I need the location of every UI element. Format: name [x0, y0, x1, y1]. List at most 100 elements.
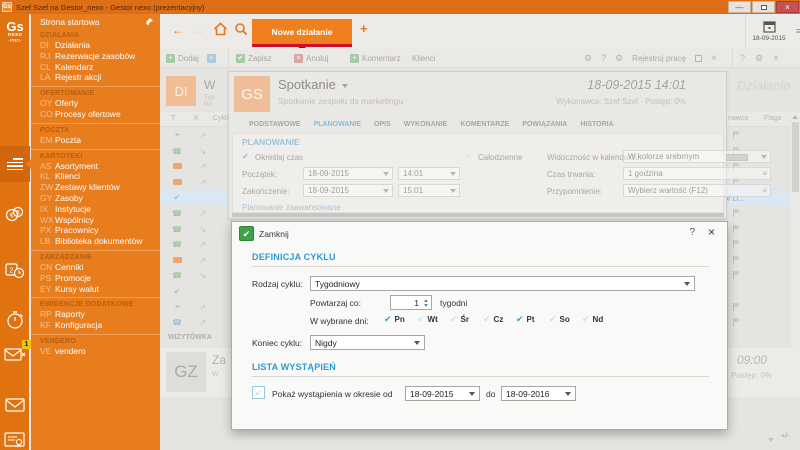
- comment-button[interactable]: + Komentarz: [350, 48, 401, 68]
- sidebar-item-kf[interactable]: KFKonfiguracja: [31, 320, 160, 331]
- tab-wykonanie[interactable]: WYKONANIE: [404, 121, 448, 128]
- table-row[interactable]: ↗: [164, 175, 234, 190]
- tab-podstawowe[interactable]: PODSTAWOWE: [249, 121, 301, 128]
- restore-button[interactable]: [752, 1, 775, 13]
- sidebar-item-ix[interactable]: IXInstytucje: [31, 204, 160, 215]
- table-row[interactable]: ●●↗: [164, 128, 234, 143]
- sidebar-item-home[interactable]: Strona startowa: [31, 14, 160, 29]
- gear-icon[interactable]: ⚙: [615, 53, 623, 64]
- calendar-clock-icon[interactable]: 2: [0, 262, 30, 279]
- cycle-type-select[interactable]: Tygodniowy: [310, 276, 695, 291]
- table-row[interactable]: ☎↗: [164, 315, 234, 330]
- table-row[interactable]: ☎↗: [164, 237, 234, 252]
- register-work-button[interactable]: Rejestruj pracę: [632, 54, 686, 63]
- zamknij-button[interactable]: ✔ Zamknij: [239, 226, 289, 241]
- sidebar-item-cn[interactable]: CNCenniki: [31, 262, 160, 273]
- table-row[interactable]: ✔: [164, 284, 234, 299]
- sidebar-item-la[interactable]: LARejestr akcji: [31, 72, 160, 83]
- save-button[interactable]: ✔ Zapisz: [236, 48, 272, 68]
- day-checkbox-cz[interactable]: ✔Cz: [483, 314, 516, 325]
- tab-opis[interactable]: OPIS: [374, 121, 391, 128]
- table-row[interactable]: ●●↗: [164, 300, 234, 315]
- tab-powiązania[interactable]: POWIĄZANIA: [522, 121, 567, 128]
- close-icon[interactable]: ×: [708, 225, 715, 239]
- sidebar-item-oy[interactable]: OYOferty: [31, 98, 160, 109]
- close-icon[interactable]: ×: [711, 53, 717, 64]
- license-icon[interactable]: [0, 432, 30, 449]
- duration-field[interactable]: 1 godzina ≡: [623, 167, 771, 180]
- table-row[interactable]: ☎↘: [164, 222, 234, 237]
- tab-wizytowka[interactable]: WIZYTÓWKA: [168, 334, 212, 341]
- scrollbar-thumb[interactable]: [792, 122, 799, 192]
- show-occurrences-checkbox[interactable]: ✔: [252, 386, 265, 399]
- sidebar-item-cl[interactable]: CLKalendarz: [31, 62, 160, 73]
- day-checkbox-nd[interactable]: ✔Nd: [582, 314, 615, 325]
- calodzienne-checkbox[interactable]: Całodzienne: [478, 153, 522, 162]
- activity-title[interactable]: Spotkanie: [278, 77, 336, 92]
- hamburger-menu-icon[interactable]: [0, 146, 30, 170]
- stopwatch-icon[interactable]: [0, 310, 30, 330]
- start-date-select[interactable]: 18-09-2015: [303, 167, 393, 180]
- close-button[interactable]: ×: [776, 1, 799, 13]
- tab-nowe-dzialanie[interactable]: Nowe działanie: [252, 19, 352, 44]
- tab-historia[interactable]: HISTORIA: [580, 121, 613, 128]
- sidebar-item-kl[interactable]: KLKlienci: [31, 171, 160, 182]
- minimize-button[interactable]: —: [728, 1, 751, 13]
- help-icon[interactable]: ?: [689, 227, 695, 238]
- clients-button[interactable]: Klienci: [412, 48, 436, 68]
- toolbar-search-button[interactable]: ⌕: [207, 48, 216, 68]
- table-row[interactable]: ☎↗: [164, 206, 234, 221]
- occurrence-from-select[interactable]: 18-09-2015: [405, 386, 480, 401]
- sidebar-item-ve[interactable]: VEvendero: [31, 346, 160, 357]
- date-widget[interactable]: 18-09-2015: [745, 14, 792, 48]
- menu-lines-icon[interactable]: ≡: [796, 26, 800, 36]
- sidebar-item-di[interactable]: DIDziałania: [31, 40, 160, 51]
- advanced-planning-link[interactable]: Planowanie zaawansowane: [242, 203, 341, 212]
- sidebar-item-rj[interactable]: RJRezerwacje zasobów: [31, 51, 160, 62]
- day-checkbox-śr[interactable]: ✔Śr: [450, 314, 483, 325]
- column-flag[interactable]: Flaga: [764, 115, 782, 122]
- column-t[interactable]: T: [171, 115, 175, 122]
- back-icon[interactable]: ←: [172, 23, 184, 37]
- sidebar-item-wx[interactable]: WXWspólnicy: [31, 215, 160, 226]
- table-row[interactable]: ↗: [164, 159, 234, 174]
- home-icon[interactable]: [213, 22, 228, 41]
- help-icon[interactable]: ?: [740, 53, 745, 63]
- sidebar-item-em[interactable]: EMPoczta: [31, 135, 160, 146]
- sidebar-item-lb[interactable]: LBBiblioteka dokumentów: [31, 236, 160, 247]
- plus-minus-control[interactable]: +/-: [781, 433, 789, 440]
- column-k[interactable]: K: [194, 115, 199, 122]
- sidebar-item-px[interactable]: PXPracownicy: [31, 225, 160, 236]
- sidebar-item-ey[interactable]: EYKursy walut: [31, 284, 160, 295]
- maximize-icon[interactable]: [695, 55, 702, 62]
- new-tab-button[interactable]: +: [360, 21, 368, 36]
- table-row[interactable]: ↗: [164, 253, 234, 268]
- help-icon[interactable]: ?: [601, 53, 606, 63]
- scroll-up-icon[interactable]: [792, 115, 798, 119]
- forward-icon[interactable]: →: [192, 23, 204, 37]
- table-row[interactable]: ☎↘: [164, 268, 234, 283]
- tab-planowanie[interactable]: PLANOWANIE: [314, 121, 361, 128]
- okreslaj-czas-checkbox[interactable]: Określaj czas: [255, 153, 303, 162]
- spin-up-icon[interactable]: [424, 299, 428, 302]
- add-button[interactable]: + Dodaj: [166, 48, 199, 68]
- check-icon[interactable]: ✔: [242, 151, 249, 162]
- day-checkbox-so[interactable]: ✔So: [549, 314, 582, 325]
- tab-komentarze[interactable]: KOMENTARZE: [460, 121, 509, 128]
- currency-coins-icon[interactable]: €$: [0, 206, 30, 222]
- sidebar-item-ps[interactable]: PSPromocje: [31, 273, 160, 284]
- table-row[interactable]: ✔: [164, 190, 234, 205]
- cycle-end-select[interactable]: Nigdy: [310, 335, 425, 350]
- start-time-select[interactable]: 14:01: [398, 167, 460, 180]
- table-row[interactable]: ☎↘: [164, 144, 234, 159]
- sidebar-item-co[interactable]: COProcesy ofertowe: [31, 109, 160, 120]
- sidebar-item-as[interactable]: ASAsortyment: [31, 161, 160, 172]
- menu-icon[interactable]: ≡: [762, 186, 767, 195]
- day-checkbox-wt[interactable]: ✔Wt: [417, 314, 450, 325]
- sidebar-item-gy[interactable]: GYZasoby: [31, 193, 160, 204]
- gear-icon[interactable]: ⚙: [755, 53, 763, 64]
- mail-icon[interactable]: [0, 398, 30, 412]
- visibility-select[interactable]: W kolorze srebrnym: [623, 150, 771, 163]
- day-checkbox-pn[interactable]: ✔Pn: [384, 314, 417, 325]
- search-icon[interactable]: [234, 22, 248, 41]
